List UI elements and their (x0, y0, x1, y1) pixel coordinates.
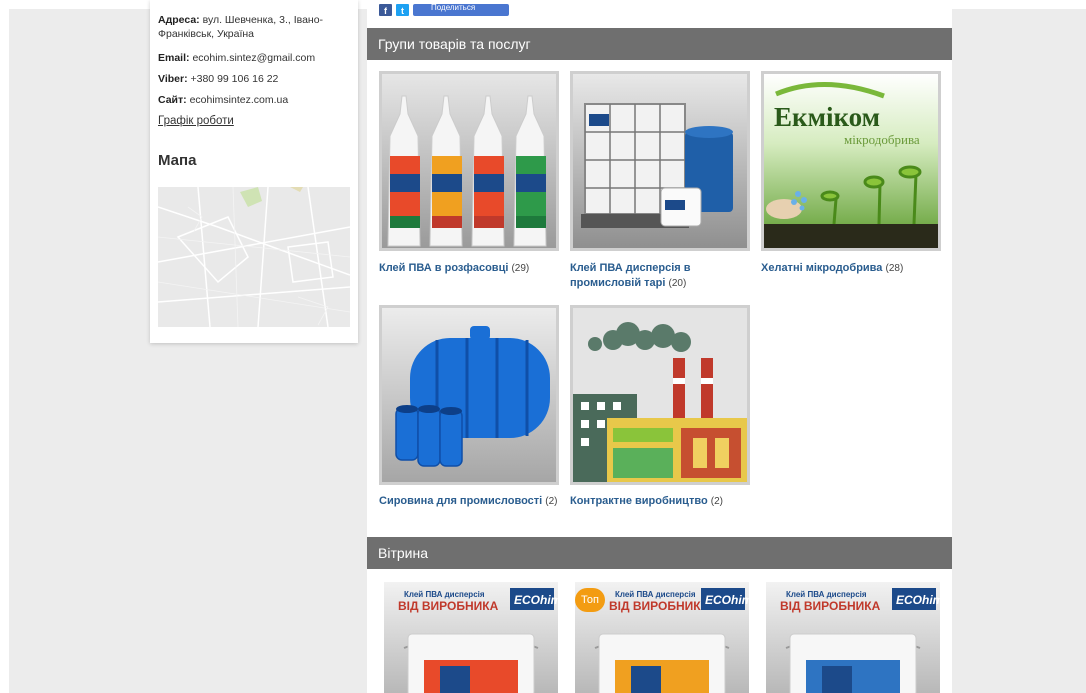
twitter-icon[interactable]: t (396, 4, 409, 16)
facebook-icon[interactable]: f (379, 4, 392, 16)
product-line1: Клей ПВА дисперсія (404, 590, 485, 599)
site-row: Сайт: ecohimsintez.com.ua (158, 93, 348, 107)
industrial-container-image (573, 74, 747, 248)
group-name[interactable]: Клей ПВА в розфасовці (379, 262, 508, 274)
product-line2: ВІД ВИРОБНИКА (609, 599, 710, 613)
share-button[interactable]: Поделиться (413, 4, 509, 16)
ekmikom-fertilizer-image: Екміком мікродобрива (764, 74, 938, 248)
map-roads-icon (158, 187, 350, 327)
groups-header: Групи товарів та послуг (367, 28, 952, 60)
top-badge: Топ (575, 588, 605, 612)
group-tile-raw-materials[interactable] (379, 305, 559, 485)
email-value[interactable]: ecohim.sintez@gmail.com (192, 52, 315, 64)
group-count: (2) (545, 496, 558, 507)
group-count: (28) (885, 263, 904, 274)
group-name[interactable]: Контрактне виробництво (570, 495, 708, 507)
schedule-link[interactable]: Графік роботи (158, 115, 234, 127)
group-caption-4[interactable]: Сировина для промисловості (2) (379, 494, 559, 509)
product-line1: Клей ПВА дисперсія (615, 590, 696, 599)
pva-bucket-product-image: Клей ПВА дисперсія ВІД ВИРОБНИКА ECOhim (384, 582, 558, 693)
site-value[interactable]: ecohimsintez.com.ua (190, 94, 289, 106)
contact-card: Адреса: вул. Шевченка, 3., Івано-Франків… (150, 0, 358, 343)
pva-bucket-product-image: Клей ПВА дисперсія ВІД ВИРОБНИКА ECOhim (766, 582, 940, 693)
product-line2: ВІД ВИРОБНИКА (780, 599, 881, 613)
viber-row: Viber: +380 99 106 16 22 (158, 72, 348, 86)
group-tile-pva-industrial[interactable] (570, 71, 750, 251)
pva-bottles-image (382, 74, 556, 248)
blue-tank-image (382, 308, 556, 482)
group-name[interactable]: Хелатні мікродобрива (761, 262, 882, 274)
map-title: Мапа (158, 152, 197, 169)
group-count: (29) (511, 263, 530, 274)
group-count: (2) (710, 496, 723, 507)
product-brand: ECOhim (514, 593, 558, 607)
address-label: Адреса: (158, 14, 200, 26)
social-share-bar: f t Поделиться (379, 4, 509, 16)
email-row: Email: ecohim.sintez@gmail.com (158, 51, 348, 65)
group-caption-1[interactable]: Клей ПВА в розфасовці (29) (379, 261, 559, 276)
product-line1: Клей ПВА дисперсія (786, 590, 867, 599)
group-tile-fertilizer[interactable]: Екміком мікродобрива (761, 71, 941, 251)
ekmikom-sub-text: мікродобрива (844, 132, 920, 147)
viber-value: +380 99 106 16 22 (190, 73, 279, 85)
product-brand: ECOhim (896, 593, 940, 607)
email-label: Email: (158, 52, 190, 64)
group-caption-2[interactable]: Клей ПВА дисперсія в промисловій тарі (2… (570, 261, 750, 291)
group-caption-3[interactable]: Хелатні мікродобрива (28) (761, 261, 941, 276)
group-caption-5[interactable]: Контрактне виробництво (2) (570, 494, 750, 509)
vitrina-product-3[interactable]: Клей ПВА дисперсія ВІД ВИРОБНИКА ECOhim (766, 582, 940, 693)
vitrina-product-1[interactable]: Клей ПВА дисперсія ВІД ВИРОБНИКА ECOhim (384, 582, 558, 693)
site-label: Сайт: (158, 94, 187, 106)
address-row: Адреса: вул. Шевченка, 3., Івано-Франків… (158, 13, 348, 41)
group-count: (20) (668, 278, 687, 289)
vitrina-header: Вітрина (367, 537, 952, 569)
group-tile-contract-manufacturing[interactable] (570, 305, 750, 485)
map[interactable] (158, 187, 350, 327)
group-tile-pva-packaged[interactable] (379, 71, 559, 251)
viber-label: Viber: (158, 73, 188, 85)
group-name[interactable]: Сировина для промисловості (379, 495, 542, 507)
product-brand: ECOhim (705, 593, 749, 607)
factory-image (573, 308, 747, 482)
ekmikom-brand-text: Екміком (774, 102, 880, 132)
product-line2: ВІД ВИРОБНИКА (398, 599, 499, 613)
